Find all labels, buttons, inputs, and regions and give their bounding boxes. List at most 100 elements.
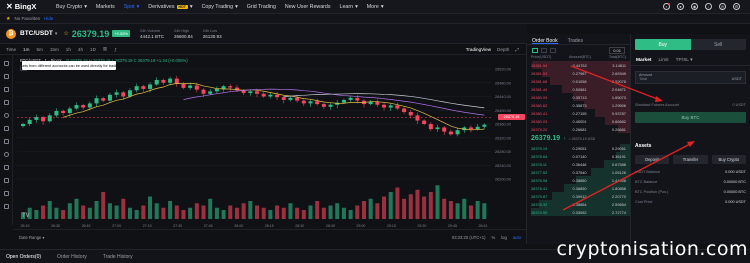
interval-5m[interactable]: 5m — [36, 47, 42, 52]
candle-body — [228, 86, 233, 88]
interval-15m[interactable]: 15m — [50, 47, 59, 52]
ask-row[interactable]: 26380.62 0.35873 1.29506 — [527, 101, 630, 109]
bid-row[interactable]: 26378.11 0.36448 0.67588 — [527, 160, 630, 168]
user-icon[interactable]: ● — [677, 3, 684, 10]
download-icon[interactable]: ↓ — [705, 3, 712, 10]
crosshair-icon[interactable] — [3, 61, 9, 66]
ask-row[interactable]: 26381.44 0.50581 2.04871 — [527, 85, 630, 93]
ask-row[interactable]: 26379.20 0.26681 0.26681 — [527, 125, 630, 133]
nav-spot[interactable]: Spot ▾ — [124, 4, 140, 10]
globe-icon[interactable]: ◎ — [719, 3, 726, 10]
main-nav: Buy Crypto ▾ Markets Spot ▾ Derivatives HOT… — [56, 4, 384, 10]
interval-4h[interactable]: 4h — [78, 47, 83, 52]
pattern-icon[interactable] — [3, 126, 9, 131]
indicators-icon[interactable]: ƒ — [114, 47, 117, 52]
bid-row[interactable]: 26378.64 0.07140 0.36191 — [527, 152, 630, 160]
balance-value: 0.000 USDT — [725, 170, 746, 174]
tab-open-orders[interactable]: Open Orders(0) — [6, 254, 41, 260]
bid-row[interactable]: 26375.32 0.38884 2.59654 — [527, 200, 630, 208]
volume-bar — [308, 205, 313, 219]
magnet-icon[interactable] — [3, 165, 9, 170]
bid-row[interactable]: 26374.90 0.33052 2.72774 — [527, 208, 630, 216]
nav-markets[interactable]: Markets — [96, 4, 115, 10]
nav-buy-crypto[interactable]: Buy Crypto ▾ — [56, 4, 87, 10]
bid-row[interactable]: 26376.98 0.38880 1.44008 — [527, 176, 630, 184]
volume-bar — [288, 203, 293, 219]
date-range-button[interactable]: Date Range ▾ — [19, 235, 45, 240]
volume-bar — [435, 185, 440, 219]
tab-market[interactable]: Market — [636, 58, 651, 65]
ask-row[interactable]: 26380.03 0.40001 0.66682 — [527, 117, 630, 125]
volume-bar — [94, 201, 99, 219]
interval-time[interactable]: Time — [6, 47, 16, 52]
bid-row[interactable]: 26376.41 0.36850 1.80858 — [527, 184, 630, 192]
ask-row[interactable]: 26381.68 0.01058 2.52078 — [527, 77, 630, 85]
view-asks-icon[interactable] — [550, 47, 556, 53]
trash-icon[interactable] — [3, 204, 9, 209]
ask-row[interactable]: 26381.94 0.44762 3.14811 — [527, 61, 630, 69]
nav-grid-trading[interactable]: Grid Trading — [247, 4, 276, 10]
favorite-star-icon[interactable]: ☆ — [63, 30, 68, 37]
tab-trades[interactable]: Trades — [568, 38, 583, 44]
buy-crypto-button[interactable]: Buy Crypto — [711, 155, 746, 164]
candle-body — [81, 105, 86, 108]
eye-icon[interactable] — [3, 191, 9, 196]
bid-row[interactable]: 26379.19 0.29051 0.29051 — [527, 144, 630, 152]
deposit-button[interactable]: Deposit — [635, 155, 670, 164]
trendline-icon[interactable] — [3, 74, 9, 79]
amount-input[interactable]: Total — [639, 77, 742, 81]
auto-toggle[interactable]: auto — [513, 235, 521, 240]
interval-1m[interactable]: 1m — [23, 47, 29, 52]
transfer-button[interactable]: Transfer — [673, 155, 708, 164]
ask-row[interactable]: 26380.93 0.35713 1.65073 — [527, 93, 630, 101]
pair-selector[interactable]: BTC/USDT — [20, 30, 53, 37]
zoom-icon[interactable] — [3, 152, 9, 157]
hide-favorites-link[interactable]: Hide — [44, 16, 53, 21]
ruler-icon[interactable] — [3, 139, 9, 144]
fullscreen-icon[interactable]: ⤢ — [515, 47, 519, 52]
nav-learn[interactable]: Learn ▾ — [340, 4, 358, 10]
chevron-down-icon[interactable]: ▾ — [55, 31, 58, 37]
fib-icon[interactable] — [3, 87, 9, 92]
gift-icon[interactable]: ▪ — [663, 3, 670, 10]
nav-copy-trading[interactable]: Copy Trading ▾ — [202, 4, 238, 10]
percent-toggle[interactable]: % — [492, 235, 496, 240]
ask-row[interactable]: 26380.41 0.27155 0.93787 — [527, 109, 630, 117]
view-both-icon[interactable] — [532, 47, 538, 53]
bid-row[interactable]: 26377.52 0.37540 1.05128 — [527, 168, 630, 176]
interval-1d[interactable]: 1D — [90, 47, 96, 52]
brush-icon[interactable] — [3, 100, 9, 105]
nav-more[interactable]: More ▾ — [367, 4, 384, 10]
log-toggle[interactable]: log — [501, 235, 507, 240]
order-amount: 0.26681 — [572, 126, 587, 132]
interval-1h[interactable]: 1h — [66, 47, 71, 52]
price-chart[interactable]: 26520.00 26480.00 26440.00 26400.00 26360.00… — [13, 55, 527, 229]
balance-row: Cost Price 0.000 USDT — [635, 200, 746, 204]
view-tradingview[interactable]: TradingView — [466, 47, 491, 52]
settings-icon[interactable]: ⚙ — [733, 3, 740, 10]
sell-tab[interactable]: Sell — [690, 39, 746, 50]
chart-type-icon[interactable]: ▥ — [103, 46, 107, 52]
nav-derivatives[interactable]: Derivatives HOT ▾ — [148, 4, 192, 10]
buy-tab[interactable]: Buy — [635, 39, 691, 50]
ask-row[interactable]: 26381.93 0.27987 2.69349 — [527, 69, 630, 77]
candle-body — [468, 127, 473, 130]
tab-tpsl[interactable]: TP/SL ▾ — [676, 58, 693, 65]
tab-order-history[interactable]: Order History — [57, 254, 87, 260]
tab-trade-history[interactable]: Trade History — [103, 254, 133, 260]
view-bids-icon[interactable] — [541, 47, 547, 53]
precision-select[interactable]: 0.01 — [609, 46, 625, 54]
amount-field[interactable]: Amount Total USDT — [635, 71, 746, 84]
bingx-logo[interactable]: ✕ BingX — [6, 2, 48, 11]
lock-icon[interactable] — [3, 178, 9, 183]
nav-new-user-rewards[interactable]: New User Rewards — [285, 4, 331, 10]
view-depth[interactable]: Depth — [497, 47, 509, 52]
buy-btc-button[interactable]: Buy BTC — [635, 112, 746, 123]
tab-order-book[interactable]: Order Book — [532, 38, 558, 44]
bell-icon[interactable]: ◆ — [691, 3, 698, 10]
bid-row[interactable]: 26375.87 0.39912 2.20770 — [527, 192, 630, 200]
candle-body — [428, 124, 433, 130]
chart-toolbar: Time 1m 5m 15m 1h 4h 1D ▥ ƒ TradingView … — [0, 44, 527, 55]
text-icon[interactable] — [3, 113, 9, 118]
tab-limit[interactable]: Limit — [658, 58, 668, 65]
